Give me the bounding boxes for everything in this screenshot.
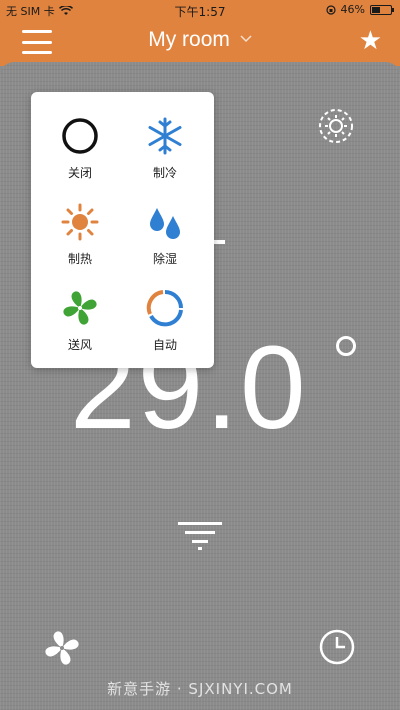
mode-label: 关闭 (67, 166, 92, 180)
app-header: 无 SIM 卡 下午1:57 46% My room ★ (0, 0, 400, 66)
mode-auto[interactable]: 自动 (120, 276, 210, 362)
degree-symbol (336, 336, 356, 356)
status-right: 46% (325, 3, 394, 16)
clock-timer-icon[interactable] (318, 628, 356, 666)
mode-label: 除湿 (152, 252, 177, 266)
fan-icon[interactable] (42, 628, 82, 668)
mode-label: 制热 (67, 252, 92, 266)
snowflake-icon (148, 117, 182, 155)
mode-label: 送风 (67, 338, 92, 352)
brightness-icon[interactable] (318, 108, 354, 144)
mode-label: 自动 (152, 338, 177, 352)
mode-fan[interactable]: 送风 (35, 276, 125, 362)
room-title: My room (148, 28, 230, 51)
mode-cool[interactable]: 制冷 (120, 104, 210, 190)
mode-heat[interactable]: 制热 (35, 190, 125, 276)
watermark: 新意手游 · SJXINYI.COM (107, 680, 293, 698)
fan-icon (63, 291, 97, 325)
auto-cycle-icon (146, 290, 183, 327)
star-icon[interactable]: ★ (359, 26, 382, 56)
water-drops-icon (150, 208, 180, 239)
mode-label: 制冷 (152, 166, 177, 180)
rotation-lock-icon (325, 4, 336, 15)
battery-level (372, 6, 380, 13)
battery-icon (370, 4, 394, 15)
mode-menu: 关闭 制冷 制热 除湿 送风 自动 (31, 92, 214, 368)
power-off-icon (62, 118, 98, 154)
chevron-down-icon (240, 35, 252, 43)
battery-percent: 46% (340, 3, 365, 16)
nav-bar: My room ★ (0, 20, 400, 66)
room-selector[interactable]: My room (0, 28, 400, 52)
sun-icon (61, 203, 99, 241)
status-bar: 无 SIM 卡 下午1:57 46% (0, 0, 400, 20)
mode-dry[interactable]: 除湿 (120, 190, 210, 276)
mode-off[interactable]: 关闭 (35, 104, 125, 190)
fan-speed-icon[interactable] (176, 520, 224, 550)
